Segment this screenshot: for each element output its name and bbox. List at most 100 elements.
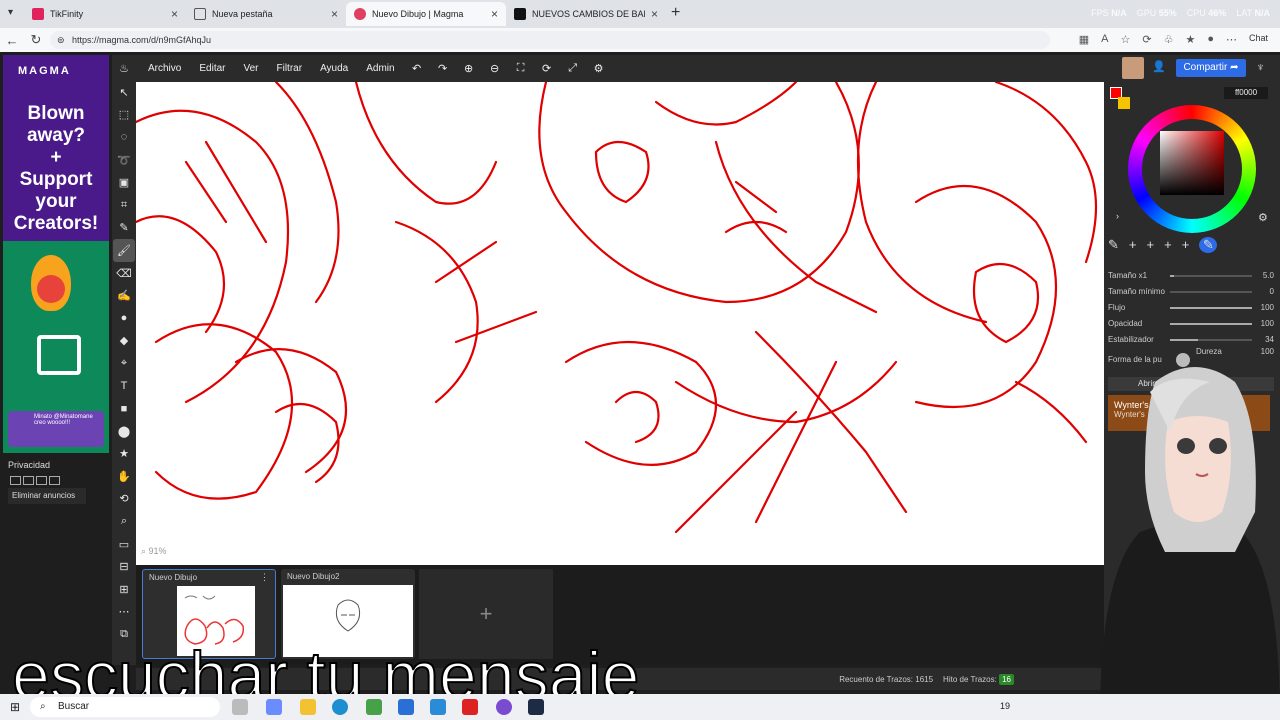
brush-icon[interactable]: 🖌	[113, 239, 135, 262]
menu-ayuda[interactable]: Ayuda	[311, 63, 357, 74]
settings-view-icon[interactable]: ⚙	[586, 62, 612, 75]
menu-ver[interactable]: Ver	[234, 63, 267, 74]
slider-0[interactable]: Tamaño x1 5.0	[1108, 269, 1274, 283]
select-rect-icon[interactable]: ⬚	[113, 104, 135, 127]
brush-slot-1[interactable]: ✎	[1108, 237, 1119, 253]
reference-icon[interactable]: ⊟	[113, 555, 135, 578]
slider-2[interactable]: Flujo 100	[1108, 301, 1274, 315]
tab-magma[interactable]: Nuevo Dibujo | Magma ×	[346, 2, 506, 26]
add-user-icon[interactable]: 👤	[1152, 60, 1166, 73]
hand-icon[interactable]: ✋	[113, 465, 135, 488]
circle-icon[interactable]: ⬤	[113, 420, 135, 443]
select-ellipse-icon[interactable]: ◌	[113, 126, 135, 149]
reload-icon[interactable]: ↻	[24, 32, 48, 48]
steam-icon[interactable]	[528, 699, 544, 715]
star-icon[interactable]: ★	[113, 443, 135, 466]
fill-icon[interactable]: ◆	[113, 330, 135, 353]
pen-icon[interactable]: ✎	[113, 217, 135, 240]
smudge-icon[interactable]: ✍	[113, 284, 135, 307]
close-icon[interactable]: ×	[171, 7, 178, 21]
crop-icon[interactable]: ⌗	[113, 194, 135, 217]
zoom-icon[interactable]: ⌕	[113, 510, 135, 533]
app-red-icon[interactable]	[462, 699, 478, 715]
remove-ads-button[interactable]: Eliminar anuncios	[8, 488, 86, 504]
tab-nueva-pestana[interactable]: Nueva pestaña ×	[186, 2, 346, 26]
vscode-icon[interactable]	[430, 699, 446, 715]
discord-icon[interactable]	[496, 699, 512, 715]
tab-balance[interactable]: NUEVOS CAMBIOS DE BALANCE ×	[506, 2, 666, 26]
fullscreen-icon[interactable]: ⤢	[560, 62, 586, 75]
slider-1[interactable]: Tamaño mínimo 0	[1108, 285, 1274, 299]
undo-icon[interactable]: ↶	[404, 62, 430, 75]
secondary-color-swatch[interactable]	[1118, 97, 1130, 109]
close-icon[interactable]: ×	[491, 7, 498, 21]
ad-sidebar[interactable]: MAGMA Blown away? + Support your Creator…	[3, 55, 109, 453]
redo-icon[interactable]: ↷	[430, 62, 456, 75]
layer-card[interactable]: Wynter's Wynter's	[1108, 395, 1270, 431]
eraser-icon[interactable]: ⌫	[113, 262, 135, 285]
menu-filtrar[interactable]: Filtrar	[268, 63, 312, 74]
profile-icon[interactable]: ●	[1207, 33, 1214, 46]
menu-admin[interactable]: Admin	[357, 63, 403, 74]
add-icon[interactable]: ⊞	[113, 578, 135, 601]
open-button[interactable]: Abrir C	[1108, 377, 1274, 391]
fit-icon[interactable]: ⛶	[508, 62, 534, 75]
back-icon[interactable]: ←	[0, 33, 24, 48]
lasso-icon[interactable]: ➰	[113, 149, 135, 172]
mascot-icon[interactable]: ♆	[1256, 60, 1265, 74]
shape-preview[interactable]	[1176, 353, 1190, 367]
brush-slot-6[interactable]: ✎	[1199, 237, 1218, 253]
zoom-in-icon[interactable]: ⊕	[456, 62, 482, 75]
document-menu-icon[interactable]: ⋮	[260, 572, 269, 583]
browser-menu-icon[interactable]: ▾	[8, 7, 13, 18]
magma-flame-icon[interactable]: ♨	[113, 55, 135, 81]
tab-tikfinity[interactable]: TikFinity ×	[24, 2, 186, 26]
chat-button[interactable]: Chat	[1249, 33, 1268, 46]
collections-icon[interactable]: ♧	[1164, 33, 1174, 46]
mail-icon[interactable]	[398, 699, 414, 715]
copilot-icon[interactable]	[266, 699, 282, 715]
store-icon[interactable]	[366, 699, 382, 715]
color-settings-icon[interactable]: ⚙	[1258, 211, 1268, 224]
slider-4[interactable]: Estabilizador 34	[1108, 333, 1274, 347]
rotate-view-icon[interactable]: ⟳	[534, 62, 560, 75]
shape-icon[interactable]: ■	[113, 397, 135, 420]
text-icon[interactable]: T	[113, 375, 135, 398]
site-info-icon[interactable]: ⊜	[57, 31, 65, 49]
task-view-icon[interactable]	[232, 699, 248, 715]
share-button[interactable]: Compartir ➦	[1176, 59, 1246, 77]
new-tab-button[interactable]: +	[671, 4, 680, 22]
menu-archivo[interactable]: Archivo	[136, 63, 190, 74]
more-tools-icon[interactable]: ⋯	[113, 601, 135, 624]
favorite-icon[interactable]: ☆	[1120, 33, 1130, 46]
color-wheel[interactable]	[1128, 105, 1256, 233]
brush-slot-4[interactable]: +	[1164, 237, 1172, 253]
favorites-bar-icon[interactable]: ★	[1185, 33, 1195, 46]
hex-color-field[interactable]: ff0000	[1224, 87, 1268, 99]
windows-start-icon[interactable]: ⊞	[10, 700, 20, 714]
read-aloud-icon[interactable]: A	[1101, 33, 1108, 46]
user-avatar[interactable]	[1122, 57, 1144, 79]
taskbar-search[interactable]: ⌕ Buscar	[30, 697, 220, 717]
brush-slot-3[interactable]: +	[1147, 237, 1155, 253]
blur-icon[interactable]: ●	[113, 307, 135, 330]
brush-slot-2[interactable]: +	[1129, 237, 1137, 253]
close-icon[interactable]: ×	[331, 7, 338, 21]
url-field[interactable]: ⊜ https://magma.com/d/n9mGfAhqJu	[50, 31, 1050, 49]
explorer-icon[interactable]	[300, 699, 316, 715]
drawing-canvas[interactable]	[136, 82, 1104, 565]
privacy-icons[interactable]	[10, 476, 60, 485]
edge-icon[interactable]	[332, 699, 348, 715]
expand-icon[interactable]: ›	[1116, 211, 1119, 221]
apps-icon[interactable]: ▦	[1079, 33, 1089, 46]
color-square[interactable]	[1160, 131, 1224, 195]
transform-icon[interactable]: ▣	[113, 171, 135, 194]
close-icon[interactable]: ×	[651, 7, 658, 21]
move-tool-icon[interactable]: ↖	[113, 81, 135, 104]
brush-slot-5[interactable]: +	[1182, 237, 1190, 253]
more-icon[interactable]: ⋯	[1226, 33, 1237, 46]
zoom-out-icon[interactable]: ⊖	[482, 62, 508, 75]
comment-icon[interactable]: ▭	[113, 533, 135, 556]
menu-editar[interactable]: Editar	[190, 63, 234, 74]
slider-3[interactable]: Opacidad 100	[1108, 317, 1274, 331]
